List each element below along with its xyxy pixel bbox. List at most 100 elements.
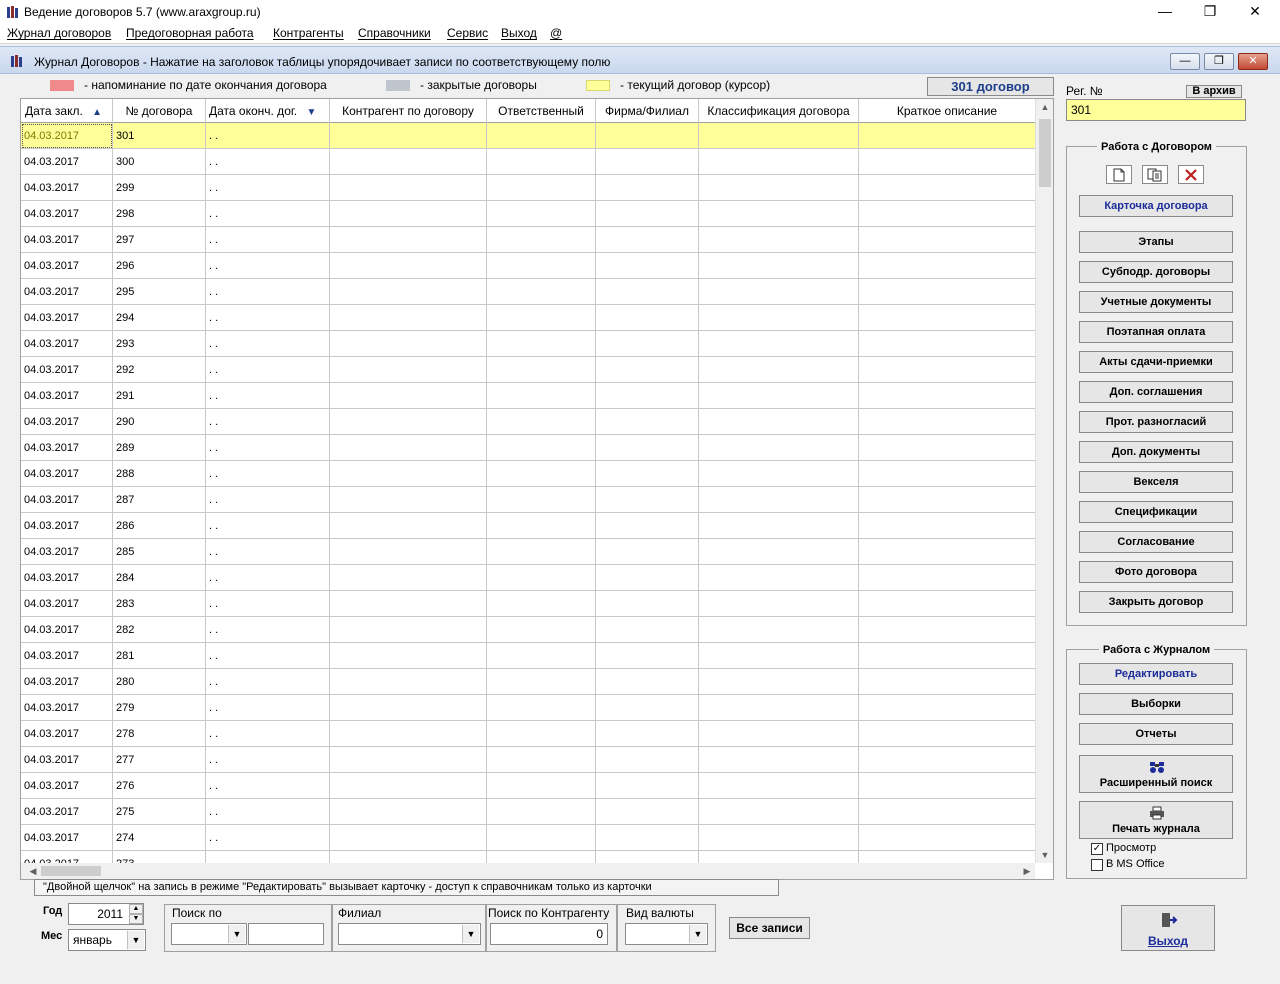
print-journal-button[interactable]: Печать журнала [1079,801,1233,839]
menu-contractors[interactable]: Контрагенты [273,26,344,40]
search-by-select[interactable]: ▼ [171,923,247,945]
menu-contracts-journal[interactable]: Журнал договоров [7,26,111,40]
table-row[interactable]: 04.03.2017 283. . [21,591,1035,617]
additional-docs-button[interactable]: Доп. документы [1079,441,1233,463]
reg-number-field[interactable]: 301 [1066,99,1246,121]
search-text-field[interactable] [248,923,324,945]
contract-photo-button[interactable]: Фото договора [1079,561,1233,583]
spin-down-icon[interactable]: ▼ [129,914,143,924]
vertical-scroll-thumb[interactable] [1039,119,1051,187]
col-header-end-date[interactable]: Дата оконч. дог. ▼ [206,99,330,123]
preview-checkbox[interactable]: ✓ [1091,843,1103,855]
addendums-button[interactable]: Доп. соглашения [1079,381,1233,403]
archive-button[interactable]: В архив [1186,85,1242,98]
table-row[interactable]: 04.03.2017 288. . [21,461,1035,487]
stages-button[interactable]: Этапы [1079,231,1233,253]
staged-payment-button[interactable]: Поэтапная оплата [1079,321,1233,343]
table-row[interactable]: 04.03.2017 278. . [21,721,1035,747]
menu-at[interactable]: @ [550,26,562,40]
menu-service[interactable]: Сервис [447,26,488,40]
table-row-current[interactable]: 04.03.2017 301. . [21,123,1035,149]
all-records-button[interactable]: Все записи [729,917,810,939]
table-cell [330,461,487,487]
col-header-contract-number[interactable]: № договора [113,99,206,123]
journal-close-button[interactable]: ✕ [1238,53,1268,70]
scroll-up-icon[interactable]: ▲ [1036,99,1053,115]
menu-exit[interactable]: Выход [501,26,537,40]
subcontracts-button[interactable]: Субподр. договоры [1079,261,1233,283]
table-row[interactable]: 04.03.2017 297. . [21,227,1035,253]
copy-contract-button[interactable] [1142,165,1168,184]
specifications-button[interactable]: Спецификации [1079,501,1233,523]
spin-up-icon[interactable]: ▲ [129,904,143,914]
table-row[interactable]: 04.03.2017 287. . [21,487,1035,513]
scroll-down-icon[interactable]: ▼ [1036,847,1053,863]
edit-button[interactable]: Редактировать [1079,663,1233,685]
month-select[interactable]: январь ▼ [68,929,146,951]
exit-button[interactable]: Выход [1121,905,1215,951]
table-row[interactable]: 04.03.2017 279. . [21,695,1035,721]
col-header-contractor[interactable]: Контрагент по договору [330,99,487,123]
approval-button[interactable]: Согласование [1079,531,1233,553]
branch-select[interactable]: ▼ [338,923,481,945]
table-row[interactable]: 04.03.2017 289. . [21,435,1035,461]
table-row[interactable]: 04.03.2017 299. . [21,175,1035,201]
col-header-date-concluded[interactable]: Дата закл. ▲ [21,99,113,123]
accounting-docs-button[interactable]: Учетные документы [1079,291,1233,313]
table-row[interactable]: 04.03.2017273. . [21,851,1035,863]
menu-references[interactable]: Справочники [358,26,431,40]
contract-card-button[interactable]: Карточка договора [1079,195,1233,217]
table-row[interactable]: 04.03.2017 281. . [21,643,1035,669]
bills-button[interactable]: Векселя [1079,471,1233,493]
col-header-firm-branch[interactable]: Фирма/Филиал [596,99,699,123]
table-row[interactable]: 04.03.2017 275. . [21,799,1035,825]
new-contract-button[interactable] [1106,165,1132,184]
table-row[interactable]: 04.03.2017 294. . [21,305,1035,331]
table-row[interactable]: 04.03.2017 284. . [21,565,1035,591]
table-row[interactable]: 04.03.2017 280. . [21,669,1035,695]
table-row[interactable]: 04.03.2017 293. . [21,331,1035,357]
table-row[interactable]: 04.03.2017 285. . [21,539,1035,565]
scroll-right-icon[interactable]: ▶ [1019,863,1035,879]
col-header-responsible[interactable]: Ответственный [487,99,596,123]
year-field[interactable]: 2011 ▲ ▼ [68,903,144,925]
horizontal-scrollbar[interactable]: ◀ ▶ [21,863,1035,879]
table-row[interactable]: 04.03.2017 300. . [21,149,1035,175]
table-cell [330,253,487,279]
close-contract-button[interactable]: Закрыть договор [1079,591,1233,613]
acceptance-acts-button[interactable]: Акты сдачи-приемки [1079,351,1233,373]
table-row[interactable]: 04.03.2017 282. . [21,617,1035,643]
journal-restore-button[interactable]: ❐ [1204,53,1234,70]
reports-button[interactable]: Отчеты [1079,723,1233,745]
close-window-button[interactable]: ✕ [1232,0,1278,22]
year-label: Год [43,905,63,917]
table-row[interactable]: 04.03.2017 296. . [21,253,1035,279]
minimize-button[interactable]: — [1142,0,1188,22]
disagreement-protocols-button[interactable]: Прот. разногласий [1079,411,1233,433]
vertical-scrollbar[interactable]: ▲ ▼ [1035,99,1053,863]
year-spinner[interactable]: ▲ ▼ [129,904,143,924]
horizontal-scroll-thumb[interactable] [41,866,101,876]
cell-end-date: . . [206,773,330,799]
table-row[interactable]: 04.03.2017 277. . [21,747,1035,773]
extended-search-button[interactable]: Расширенный поиск [1079,755,1233,793]
delete-contract-button[interactable] [1178,165,1204,184]
col-header-classification[interactable]: Классификация договора [699,99,859,123]
table-row[interactable]: 04.03.2017 276. . [21,773,1035,799]
table-row[interactable]: 04.03.2017 295. . [21,279,1035,305]
maximize-button[interactable]: ❐ [1187,0,1233,22]
table-row[interactable]: 04.03.2017 290. . [21,409,1035,435]
table-row[interactable]: 04.03.2017 286. . [21,513,1035,539]
ms-office-checkbox[interactable] [1091,859,1103,871]
currency-select[interactable]: ▼ [625,923,708,945]
table-row[interactable]: 04.03.2017 274. . [21,825,1035,851]
menu-precontract[interactable]: Предоговорная работа [126,26,254,40]
journal-minimize-button[interactable]: — [1170,53,1200,70]
selections-button[interactable]: Выборки [1079,693,1233,715]
table-row[interactable]: 04.03.2017 292. . [21,357,1035,383]
scroll-left-icon[interactable]: ◀ [25,863,41,879]
table-row[interactable]: 04.03.2017 298. . [21,201,1035,227]
col-header-description[interactable]: Краткое описание [859,99,1035,123]
table-row[interactable]: 04.03.2017 291. . [21,383,1035,409]
contractor-search-field[interactable]: 0 [490,923,608,945]
